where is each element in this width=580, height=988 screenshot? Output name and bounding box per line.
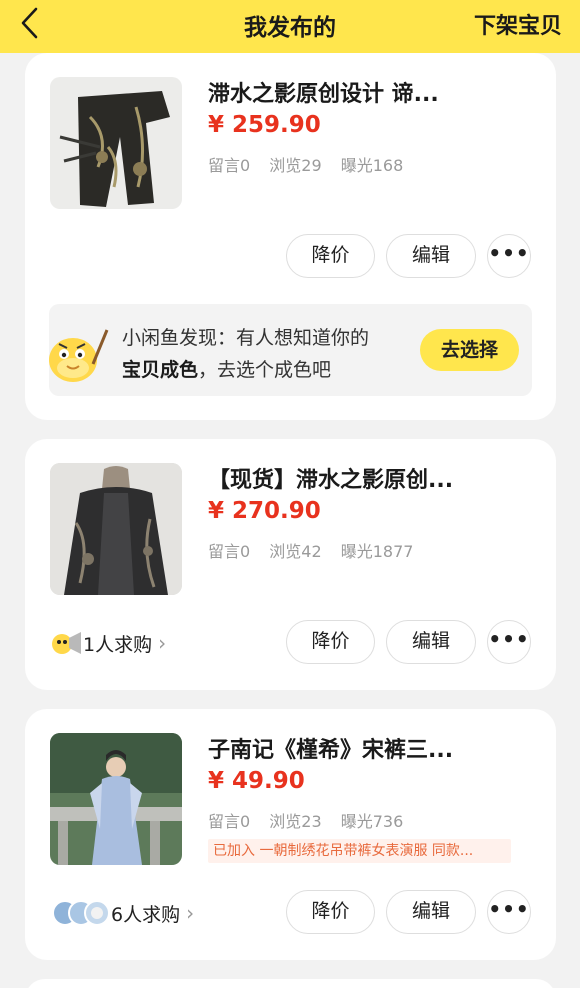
condition-promo-banner: 小闲鱼发现：有人想知道你的 宝贝成色，去选个成色吧 去选择 [49, 304, 532, 396]
more-button[interactable]: ••• [487, 890, 531, 934]
chevron-left-icon [21, 7, 38, 39]
buyer-requests-link[interactable]: 1人求购 › [51, 628, 166, 658]
header-bar: 我发布的 下架宝贝 [0, 0, 580, 53]
megaphone-mascot-icon [52, 632, 81, 654]
price-cut-button[interactable]: 降价 [286, 620, 375, 664]
comment-count: 留言0 [208, 542, 251, 561]
promo-line-2: 宝贝成色，去选个成色吧 [122, 354, 422, 386]
buyer-requests-link[interactable]: 6人求购 › [51, 898, 194, 928]
view-count: 浏览42 [269, 542, 322, 561]
promo-message: 小闲鱼发现：有人想知道你的 宝贝成色，去选个成色吧 [122, 322, 422, 386]
product-price: ¥ 270.90 [208, 498, 321, 524]
back-button[interactable] [14, 6, 48, 40]
edit-button[interactable]: 编辑 [386, 620, 476, 664]
price-cut-button[interactable]: 降价 [286, 234, 375, 278]
promo-line-1: 小闲鱼发现：有人想知道你的 [122, 327, 370, 349]
same-style-tag[interactable]: 已加入 一朝制绣花吊带裤女表演服 同款... [208, 839, 511, 863]
price-cut-button[interactable]: 降价 [286, 890, 375, 934]
product-price: ¥ 49.90 [208, 768, 305, 794]
listing-card[interactable]: 子南记《槿希》宋裤三... ¥ 49.90 留言0 浏览23 曝光736 已加入… [25, 709, 556, 960]
buyer-avatars-icon [52, 900, 110, 926]
buyer-requests-count: 6人求购 [111, 903, 181, 926]
product-stats: 留言0 浏览29 曝光168 [208, 152, 417, 176]
product-price: ¥ 259.90 [208, 112, 321, 138]
edit-button[interactable]: 编辑 [386, 890, 476, 934]
comment-count: 留言0 [208, 812, 251, 831]
product-title[interactable]: 子南记《槿希》宋裤三... [208, 732, 538, 764]
chevron-right-icon: › [158, 631, 167, 655]
exposure-count: 曝光168 [340, 156, 404, 175]
promo-line-2-rest: ，去选个成色吧 [198, 359, 332, 381]
product-stats: 留言0 浏览42 曝光1877 [208, 538, 427, 562]
product-stats: 留言0 浏览23 曝光736 [208, 808, 417, 832]
product-image[interactable] [50, 733, 182, 865]
chevron-right-icon: › [186, 901, 195, 925]
more-button[interactable]: ••• [487, 234, 531, 278]
buyer-requests-count: 1人求购 [83, 633, 153, 656]
product-title[interactable]: 滞水之影原创设计 谛... [208, 76, 538, 108]
select-condition-button[interactable]: 去选择 [420, 329, 519, 371]
edit-button[interactable]: 编辑 [386, 234, 476, 278]
view-count: 浏览29 [269, 156, 322, 175]
listing-card[interactable]: 滞水之影原创设计 谛... ¥ 259.90 留言0 浏览29 曝光168 降价… [25, 53, 556, 420]
promo-highlight: 宝贝成色 [122, 359, 199, 381]
listing-card[interactable]: 【现货】滞水之影原创... ¥ 270.90 留言0 浏览42 曝光1877 1… [25, 439, 556, 690]
listing-card[interactable] [25, 979, 556, 988]
exposure-count: 曝光1877 [340, 542, 414, 561]
delist-items-button[interactable]: 下架宝贝 [474, 8, 562, 40]
product-image[interactable] [50, 463, 182, 595]
more-button[interactable]: ••• [487, 620, 531, 664]
view-count: 浏览23 [269, 812, 322, 831]
comment-count: 留言0 [208, 156, 251, 175]
product-image[interactable] [50, 77, 182, 209]
fish-mascot-icon [49, 329, 109, 382]
product-title[interactable]: 【现货】滞水之影原创... [208, 462, 538, 494]
exposure-count: 曝光736 [340, 812, 404, 831]
